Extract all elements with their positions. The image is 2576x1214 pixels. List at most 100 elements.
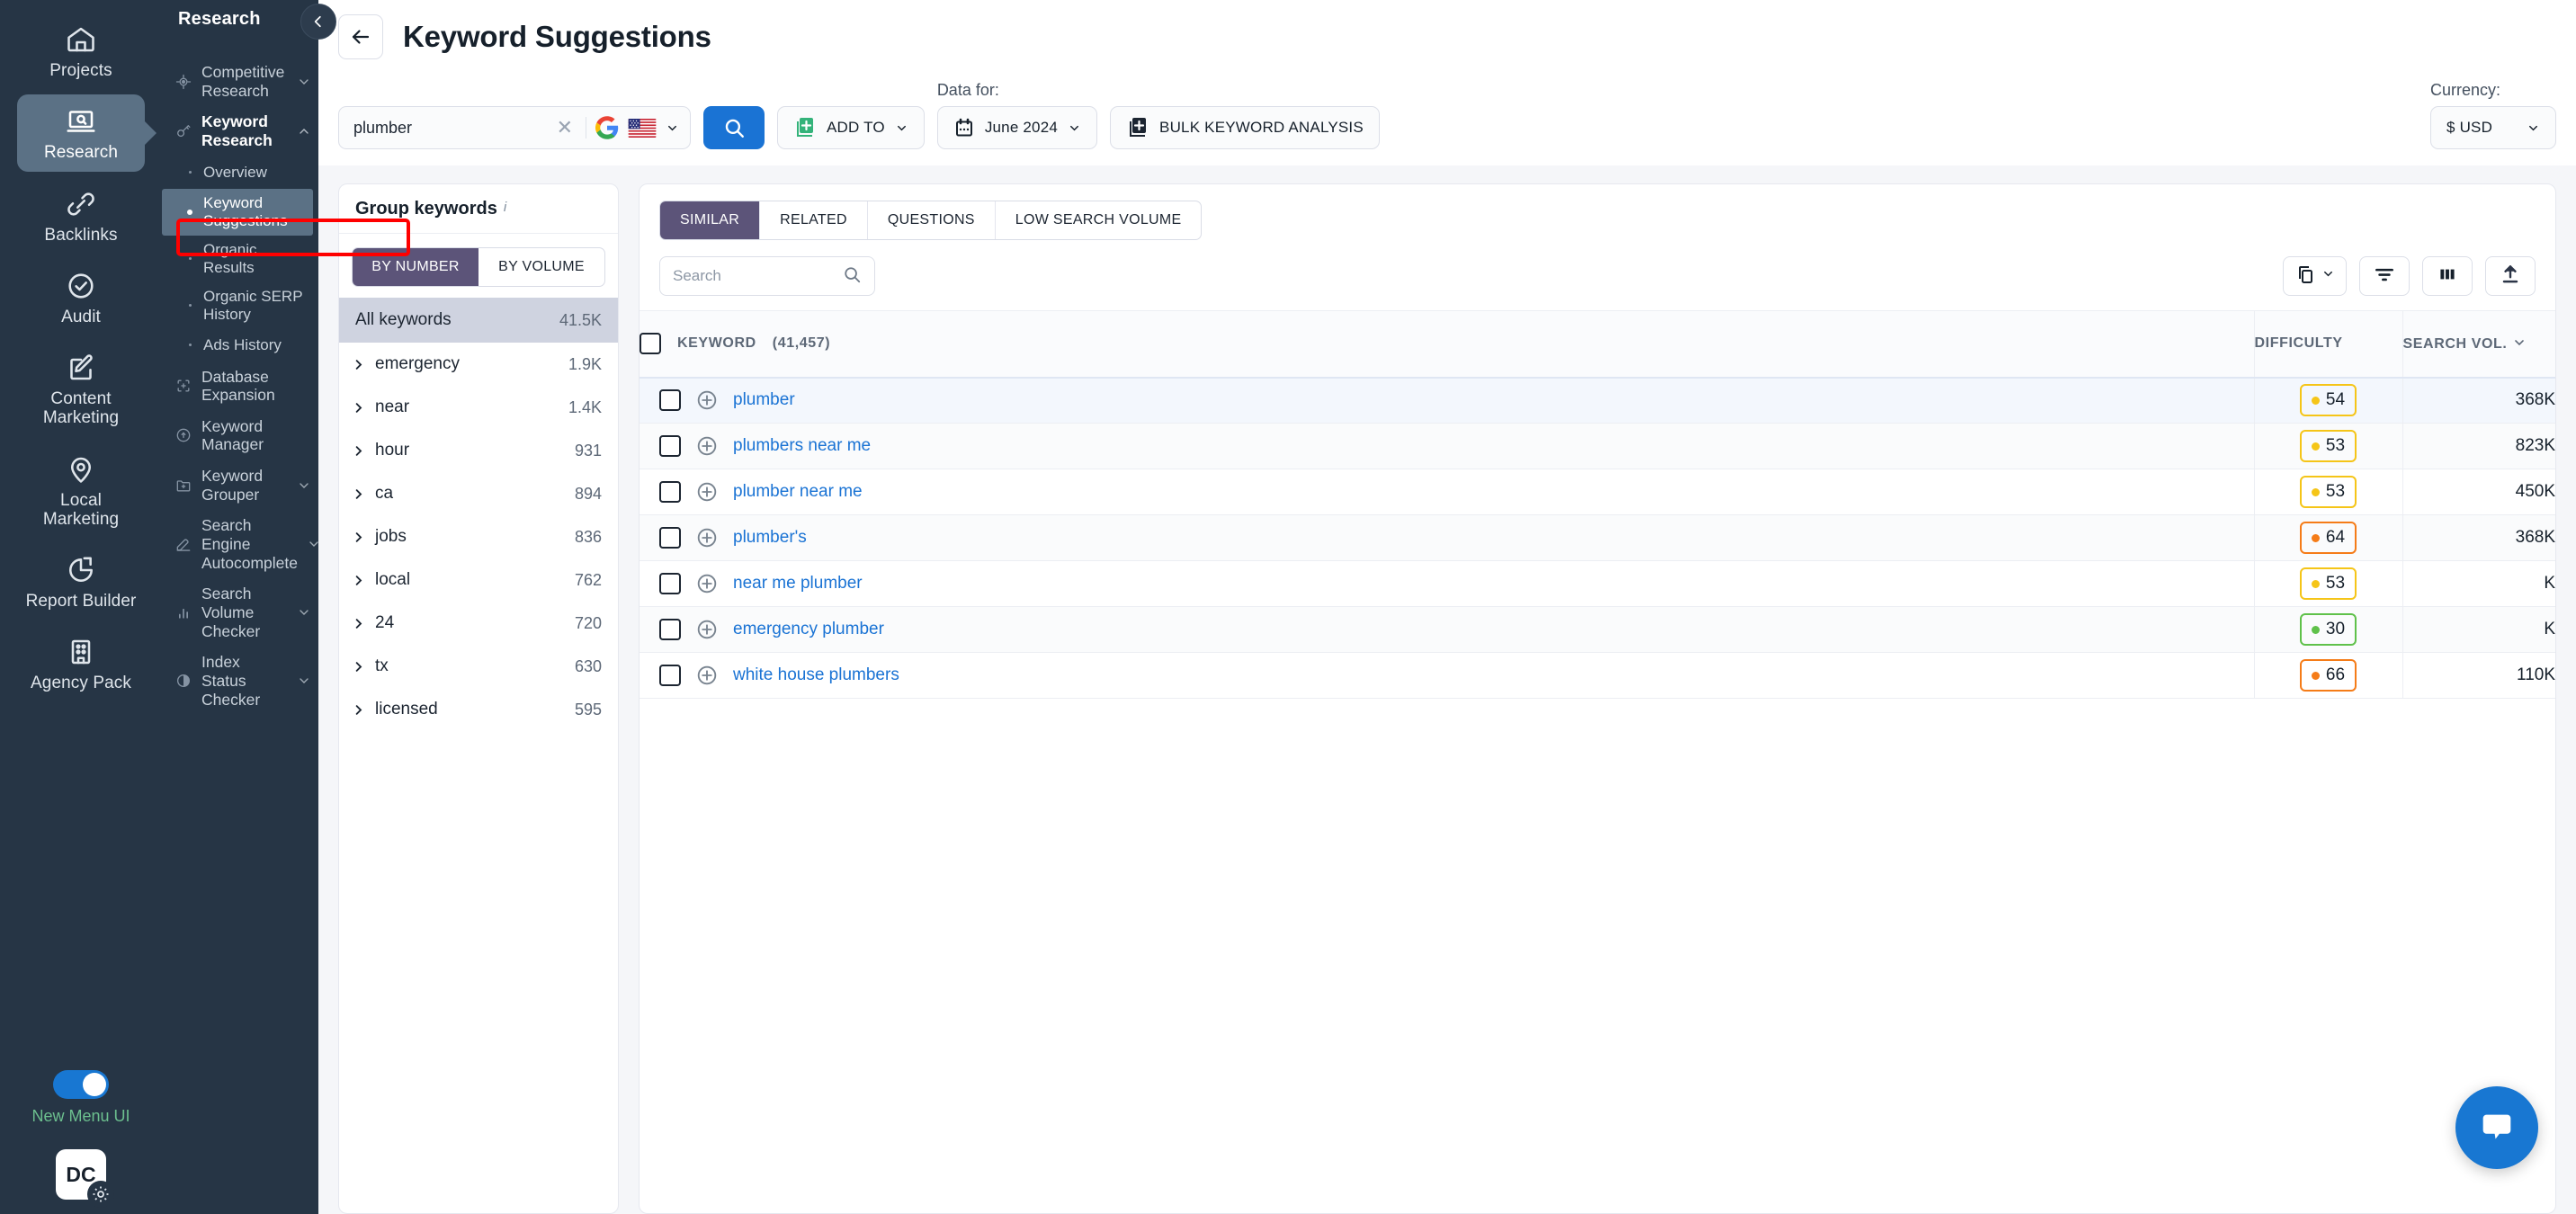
list-item[interactable]: near 1.4K [339, 386, 618, 429]
chevron-down-icon[interactable] [297, 674, 311, 688]
col-difficulty[interactable]: DIFFICULTY [2253, 310, 2402, 379]
add-keyword-icon[interactable] [695, 480, 719, 504]
segment-by-volume[interactable]: BY VOLUME [479, 248, 604, 286]
info-icon[interactable]: i [504, 200, 506, 215]
chevron-right-icon[interactable] [352, 358, 375, 371]
table-row[interactable]: plumber 54 368K [640, 377, 2555, 424]
select-all-checkbox[interactable] [640, 333, 661, 355]
rail-item-agency-pack[interactable]: Agency Pack [17, 625, 145, 701]
currency-select[interactable]: $ USD [2430, 106, 2556, 149]
gear-icon[interactable] [87, 1181, 114, 1208]
chevron-down-icon[interactable] [307, 537, 318, 551]
close-icon[interactable]: ✕ [553, 118, 577, 138]
add-keyword-icon[interactable] [695, 434, 719, 458]
add-keyword-icon[interactable] [695, 572, 719, 595]
add-to-button[interactable]: ADD TO [777, 106, 925, 149]
bulk-keyword-analysis-button[interactable]: BULK KEYWORD ANALYSIS [1110, 106, 1380, 149]
list-item[interactable]: ca 894 [339, 472, 618, 515]
chevron-down-icon[interactable] [297, 605, 311, 620]
tab-low-search-volume[interactable]: LOW SEARCH VOLUME [994, 201, 1202, 239]
table-row[interactable]: near me plumber 53 K [640, 560, 2555, 607]
collapse-sidebar-button[interactable] [300, 4, 336, 40]
chevron-right-icon[interactable] [352, 444, 375, 458]
search-icon[interactable] [842, 264, 862, 289]
sidebar-item-organic-serp-history[interactable]: Organic SERP History [162, 282, 318, 329]
row-checkbox[interactable] [659, 527, 681, 549]
chevron-up-icon[interactable] [297, 124, 311, 138]
add-keyword-icon[interactable] [695, 388, 719, 412]
rail-item-report-builder[interactable]: Report Builder [17, 543, 145, 620]
chevron-down-icon[interactable] [297, 478, 311, 493]
chevron-right-icon[interactable] [352, 660, 375, 674]
rail-item-audit[interactable]: Audit [17, 259, 145, 335]
row-checkbox[interactable] [659, 665, 681, 686]
rail-item-content-marketing[interactable]: Content Marketing [17, 341, 145, 437]
add-keyword-icon[interactable] [695, 664, 719, 687]
segment-by-number[interactable]: BY NUMBER [353, 248, 479, 286]
nav-item-search-volume-checker[interactable]: Search Volume Checker [162, 578, 318, 647]
row-checkbox[interactable] [659, 481, 681, 503]
table-row[interactable]: plumber's 64 368K [640, 514, 2555, 561]
list-item[interactable]: 24 720 [339, 602, 618, 645]
list-item[interactable]: tx 630 [339, 645, 618, 688]
table-row[interactable]: plumber near me 53 450K [640, 469, 2555, 515]
list-item[interactable]: licensed 595 [339, 688, 618, 731]
chevron-right-icon[interactable] [352, 401, 375, 415]
nav-item-keyword-grouper[interactable]: Keyword Grouper [162, 460, 318, 510]
rail-item-local-marketing[interactable]: Local Marketing [17, 442, 145, 539]
sidebar-item-overview[interactable]: Overview [162, 156, 318, 189]
add-keyword-icon[interactable] [695, 618, 719, 641]
rail-item-backlinks[interactable]: Backlinks [17, 177, 145, 254]
table-row[interactable]: plumbers near me 53 823K [640, 423, 2555, 469]
list-item[interactable]: jobs 836 [339, 515, 618, 558]
col-search-volume[interactable]: SEARCH VOL. [2402, 310, 2555, 379]
new-menu-ui-toggle[interactable] [52, 1070, 109, 1099]
rail-item-projects[interactable]: Projects [17, 13, 145, 89]
row-checkbox[interactable] [659, 389, 681, 412]
chevron-right-icon[interactable] [352, 617, 375, 630]
date-picker-button[interactable]: June 2024 [936, 106, 1098, 149]
chevron-right-icon[interactable] [352, 531, 375, 544]
keyword-link[interactable]: near me plumber [733, 574, 863, 594]
list-item[interactable]: emergency 1.9K [339, 343, 618, 386]
search-submit-button[interactable] [703, 106, 765, 149]
tab-related[interactable]: RELATED [759, 201, 867, 239]
group-row-all-keywords[interactable]: All keywords 41.5K [339, 298, 618, 343]
row-checkbox[interactable] [659, 619, 681, 640]
keyword-link[interactable]: plumber's [733, 528, 807, 548]
keyword-link[interactable]: plumber [733, 390, 795, 410]
row-checkbox[interactable] [659, 435, 681, 457]
chat-widget-button[interactable] [2455, 1086, 2538, 1169]
filter-button[interactable] [2359, 256, 2410, 296]
columns-button[interactable] [2422, 256, 2473, 296]
keyword-search-box[interactable]: plumber ✕ [338, 106, 691, 149]
sidebar-item-ads-history[interactable]: Ads History [162, 329, 318, 362]
nav-item-competitive-research[interactable]: Competitive Research [162, 57, 318, 106]
results-search-box[interactable] [659, 256, 875, 296]
keyword-link[interactable]: plumber near me [733, 482, 863, 502]
nav-item-keyword-research[interactable]: Keyword Research [162, 106, 318, 156]
tab-questions[interactable]: QUESTIONS [866, 201, 995, 239]
copy-columns-button[interactable] [2283, 256, 2347, 296]
sidebar-item-organic-results[interactable]: Organic Results [162, 236, 318, 282]
back-button[interactable] [338, 14, 383, 59]
nav-item-index-status-checker[interactable]: Index Status Checker [162, 647, 318, 715]
nav-item-search-engine-autocomplete[interactable]: Search Engine Autocomplete [162, 510, 318, 578]
table-row[interactable]: emergency plumber 30 K [640, 606, 2555, 653]
chevron-right-icon[interactable] [352, 487, 375, 501]
nav-item-database-expansion[interactable]: Database Expansion [162, 362, 318, 411]
keyword-link[interactable]: emergency plumber [733, 620, 884, 639]
keyword-link[interactable]: plumbers near me [733, 436, 871, 456]
sidebar-item-keyword-suggestions[interactable]: Keyword Suggestions [162, 188, 313, 236]
chevron-right-icon[interactable] [352, 574, 375, 587]
rail-item-research[interactable]: Research [17, 94, 145, 172]
export-button[interactable] [2485, 256, 2536, 296]
results-search-input[interactable] [673, 267, 835, 285]
list-item[interactable]: local 762 [339, 558, 618, 602]
chevron-down-icon[interactable] [666, 121, 679, 135]
chevron-down-icon[interactable] [297, 75, 311, 89]
keyword-search-input[interactable]: plumber [353, 119, 544, 138]
keyword-link[interactable]: white house plumbers [733, 665, 899, 685]
add-keyword-icon[interactable] [695, 526, 719, 549]
chevron-right-icon[interactable] [352, 703, 375, 717]
